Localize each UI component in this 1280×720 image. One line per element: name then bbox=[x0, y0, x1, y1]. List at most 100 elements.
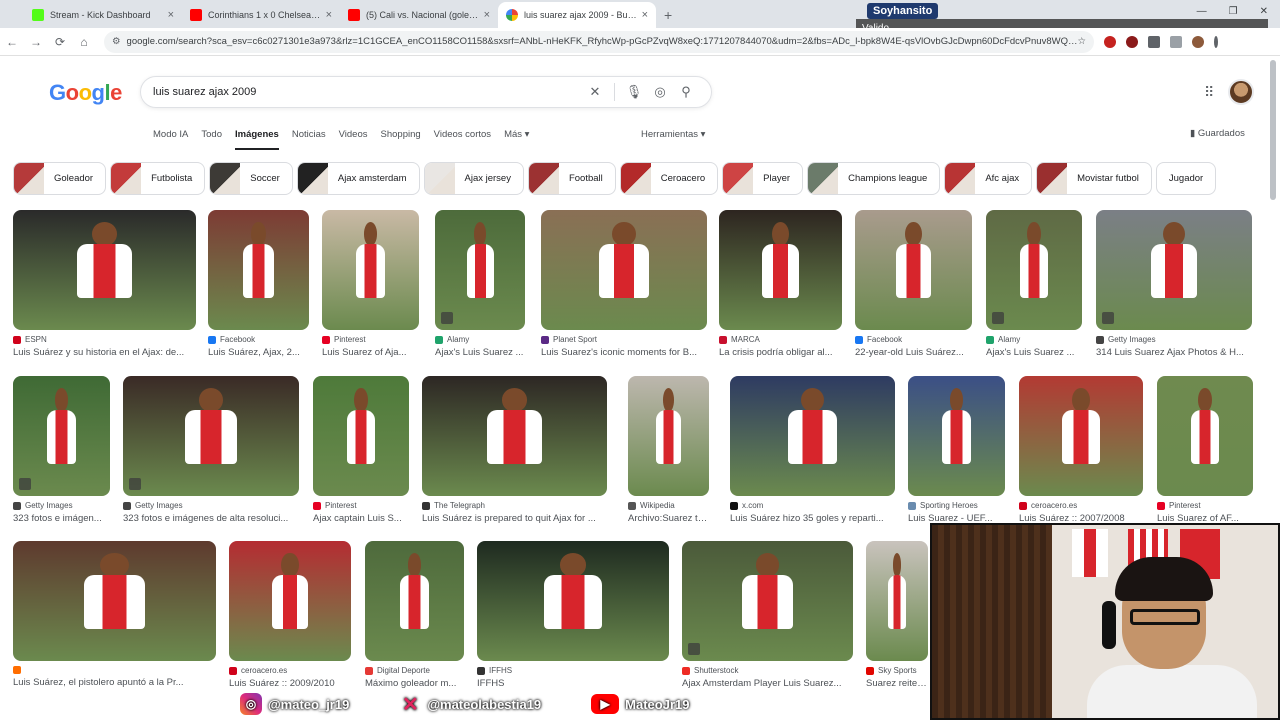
reload-button[interactable]: ⟳ bbox=[48, 35, 72, 49]
result-thumbnail[interactable] bbox=[719, 210, 842, 330]
result-thumbnail[interactable] bbox=[628, 376, 709, 496]
close-icon[interactable]: × bbox=[484, 9, 490, 21]
result-thumbnail[interactable] bbox=[123, 376, 299, 496]
refinement-chip[interactable]: Soccer bbox=[209, 162, 293, 195]
image-result[interactable]: Getty Images 323 fotos e imágenes de alta… bbox=[123, 376, 299, 524]
extension-icon[interactable] bbox=[1104, 35, 1116, 48]
result-caption[interactable]: Luis Suarez's iconic moments for B... bbox=[541, 347, 707, 358]
result-thumbnail[interactable] bbox=[322, 210, 419, 330]
result-thumbnail[interactable] bbox=[13, 210, 196, 330]
result-caption[interactable]: Luis Suarez of Aja... bbox=[322, 347, 419, 358]
browser-tab-youtube-1[interactable]: Corinthians 1 x 0 Chelsea - Mundial de C… bbox=[182, 2, 340, 28]
result-caption[interactable]: Ajax's Luis Suarez ... bbox=[986, 347, 1082, 358]
refinement-chip[interactable]: Goleador bbox=[13, 162, 107, 195]
result-source[interactable]: Digital Deporte bbox=[365, 666, 464, 675]
search-box[interactable]: luis suarez ajax 2009 ✕ 🎙 ◎ ⚲ bbox=[140, 76, 712, 108]
close-window-button[interactable]: ✕ bbox=[1260, 6, 1268, 17]
tools-button[interactable]: Herramientas ▾ bbox=[641, 129, 705, 140]
result-source[interactable]: x.com bbox=[730, 501, 895, 510]
result-thumbnail[interactable] bbox=[313, 376, 409, 496]
scrollbar[interactable] bbox=[1270, 60, 1276, 200]
close-icon[interactable]: × bbox=[326, 9, 332, 21]
refinement-chip[interactable]: Champions league bbox=[807, 162, 941, 195]
refinement-chip[interactable]: Ceroacero bbox=[619, 162, 719, 195]
result-caption[interactable]: Luis Suárez is prepared to quit Ajax for… bbox=[422, 513, 607, 524]
image-result[interactable]: Getty Images 323 fotos e imágen... bbox=[13, 376, 110, 524]
result-source[interactable]: ceroacero.es bbox=[229, 666, 351, 675]
result-caption[interactable]: Luis Suárez, Ajax, 2... bbox=[208, 347, 309, 358]
result-source[interactable]: Sky Sports bbox=[866, 666, 928, 675]
image-result[interactable]: Alamy Ajax's Luis Suarez ... bbox=[986, 210, 1082, 358]
image-result[interactable]: Pinterest Luis Suarez of Aja... bbox=[322, 210, 419, 358]
image-result[interactable]: Sky Sports Suarez reitera... bbox=[866, 541, 928, 689]
lens-icon[interactable]: ◎ bbox=[647, 84, 673, 100]
image-result[interactable]: The Telegraph Luis Suárez is prepared to … bbox=[422, 376, 607, 524]
tab-shopping[interactable]: Shopping bbox=[381, 129, 421, 150]
image-result[interactable]: Sporting Heroes Luis Suarez - UEF... bbox=[908, 376, 1005, 524]
refinement-chip[interactable]: Futbolista bbox=[110, 162, 206, 195]
puzzle-icon[interactable] bbox=[1170, 35, 1182, 48]
result-caption[interactable]: 22-year-old Luis Suárez... bbox=[855, 347, 972, 358]
image-result[interactable]: x.com Luis Suárez hizo 35 goles y reparti… bbox=[730, 376, 895, 524]
result-source[interactable]: Sporting Heroes bbox=[908, 501, 1005, 510]
result-caption[interactable]: La crisis podría obligar al... bbox=[719, 347, 842, 358]
new-tab-button[interactable]: + bbox=[664, 7, 672, 23]
result-thumbnail[interactable] bbox=[541, 210, 707, 330]
maximize-button[interactable]: ❐ bbox=[1229, 6, 1238, 17]
result-source[interactable]: Pinterest bbox=[313, 501, 409, 510]
extension-icon[interactable] bbox=[1126, 35, 1138, 48]
tab-videos[interactable]: Videos bbox=[339, 129, 368, 150]
refinement-chip[interactable]: Jugador bbox=[1155, 162, 1217, 195]
result-source[interactable]: Getty Images bbox=[123, 501, 299, 510]
similar-images-icon[interactable] bbox=[688, 643, 700, 655]
image-result[interactable]: ceroacero.es Luis Suárez :: 2007/2008 bbox=[1019, 376, 1143, 524]
image-result[interactable]: Facebook 22-year-old Luis Suárez... bbox=[855, 210, 972, 358]
tab-noticias[interactable]: Noticias bbox=[292, 129, 326, 150]
menu-icon[interactable] bbox=[1214, 35, 1218, 48]
refinement-chip[interactable]: Player bbox=[722, 162, 804, 195]
result-thumbnail[interactable] bbox=[908, 376, 1005, 496]
site-info-icon[interactable]: ⚙ bbox=[112, 36, 121, 47]
image-result[interactable]: ESPN Luis Suárez y su historia en el Ajax… bbox=[13, 210, 196, 358]
refinement-chip[interactable]: Ajax amsterdam bbox=[296, 162, 420, 195]
result-thumbnail[interactable] bbox=[435, 210, 525, 330]
home-button[interactable]: ⌂ bbox=[72, 35, 96, 49]
result-caption[interactable]: Archivo:Suarez trai... bbox=[628, 513, 709, 524]
close-icon[interactable]: × bbox=[642, 9, 648, 21]
result-source[interactable]: Pinterest bbox=[322, 335, 419, 344]
result-thumbnail[interactable] bbox=[1019, 376, 1143, 496]
microphone-icon[interactable]: 🎙 bbox=[621, 84, 647, 100]
result-caption[interactable]: Luis Suárez, el pistolero apuntó a la Pr… bbox=[13, 677, 216, 688]
result-thumbnail[interactable] bbox=[682, 541, 853, 661]
bookmark-star-icon[interactable]: ☆ bbox=[1077, 36, 1086, 47]
result-caption[interactable]: Ajax's Luis Suarez ... bbox=[435, 347, 525, 358]
image-result[interactable]: IFFHS IFFHS bbox=[477, 541, 669, 689]
result-thumbnail[interactable] bbox=[866, 541, 928, 661]
extension-icon[interactable] bbox=[1148, 35, 1160, 48]
result-source[interactable]: Pinterest bbox=[1157, 501, 1253, 510]
result-caption[interactable]: Luis Suárez y su historia en el Ajax: de… bbox=[13, 347, 196, 358]
result-source[interactable]: The Telegraph bbox=[422, 501, 607, 510]
apps-grid-icon[interactable]: ⠿ bbox=[1204, 84, 1214, 101]
tab-modo-ia[interactable]: Modo IA bbox=[153, 129, 188, 150]
result-source[interactable]: Getty Images bbox=[1096, 335, 1252, 344]
image-result[interactable]: Planet Sport Luis Suarez's iconic moments… bbox=[541, 210, 707, 358]
similar-images-icon[interactable] bbox=[992, 312, 1004, 324]
result-caption[interactable]: Ajax captain Luis S... bbox=[313, 513, 409, 524]
result-thumbnail[interactable] bbox=[422, 376, 607, 496]
url-bar[interactable]: ⚙ google.com/search?sca_esv=c6c0271301e3… bbox=[104, 30, 1094, 53]
result-source[interactable]: ceroacero.es bbox=[1019, 501, 1143, 510]
google-logo[interactable]: Google bbox=[49, 80, 122, 106]
image-result[interactable]: Pinterest Luis Suarez of AF... bbox=[1157, 376, 1253, 524]
result-source[interactable]: Alamy bbox=[435, 335, 525, 344]
image-result[interactable]: Pinterest Ajax captain Luis S... bbox=[313, 376, 409, 524]
saved-button[interactable]: ▮ Guardados bbox=[1190, 128, 1245, 139]
result-caption[interactable]: 323 fotos e imágenes de alta resoluci... bbox=[123, 513, 299, 524]
clear-icon[interactable]: ✕ bbox=[582, 84, 608, 100]
result-source[interactable] bbox=[13, 666, 216, 674]
image-result[interactable]: Luis Suárez, el pistolero apuntó a la Pr… bbox=[13, 541, 216, 688]
browser-tab-kick[interactable]: Stream - Kick Dashboard × bbox=[24, 2, 182, 28]
similar-images-icon[interactable] bbox=[129, 478, 141, 490]
image-result[interactable]: Shutterstock Ajax Amsterdam Player Luis S… bbox=[682, 541, 853, 689]
result-thumbnail[interactable] bbox=[1157, 376, 1253, 496]
